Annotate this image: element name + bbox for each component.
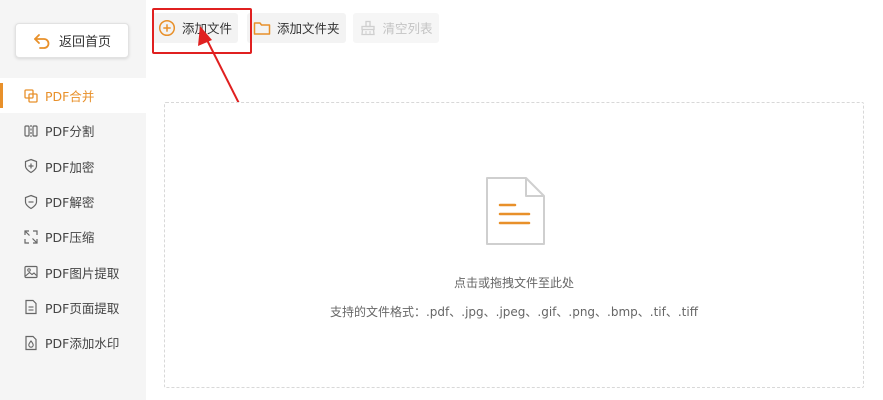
plus-circle-icon [158,19,176,36]
shield-plus-icon [24,159,38,174]
sidebar-item-label: PDF加密 [45,159,95,175]
sidebar-item-pdf-merge[interactable]: PDF合并 [0,78,146,114]
sidebar-item-pdf-image-extract[interactable]: PDF图片提取 [0,254,146,289]
sidebar-item-label: PDF压缩 [45,230,95,246]
sidebar-item-label: PDF页面提取 [45,300,120,316]
toolbar: 添加文件 添加文件夹 清空列表 [152,10,446,45]
sidebar-item-label: PDF合并 [45,89,95,105]
compress-icon [24,230,38,244]
clear-list-label: 清空列表 [382,21,433,36]
sidebar-item-pdf-decrypt[interactable]: PDF解密 [0,184,146,219]
sidebar-item-pdf-encrypt[interactable]: PDF加密 [0,149,146,184]
drop-hint-text: 点击或拖拽文件至此处 [453,276,574,290]
sidebar-item-pdf-split[interactable]: PDF分割 [0,113,146,148]
back-home-label: 返回首页 [58,35,111,50]
sidebar-item-label: PDF图片提取 [45,265,120,281]
shield-minus-icon [24,194,38,209]
broom-icon [360,20,375,35]
page-icon [25,300,37,315]
sidebar-item-label: PDF解密 [45,195,95,211]
supported-formats-text: 支持的文件格式：.pdf、.jpg、.jpeg、.gif、.png、.bmp、.… [329,305,698,319]
back-arrow-icon [34,33,50,49]
sidebar-item-pdf-page-extract[interactable]: PDF页面提取 [0,290,146,325]
folder-icon [253,21,271,35]
sidebar-item-label: PDF添加水印 [45,336,120,352]
watermark-icon [25,335,37,350]
add-file-button[interactable]: 添加文件 [152,12,239,43]
sidebar-nav: PDF合并 PDF分割 PDF加密 PDF解密 PDF压缩 PDF图片提取 PD… [0,78,146,360]
clear-list-button[interactable]: 清空列表 [352,12,439,43]
add-folder-label: 添加文件夹 [277,21,340,36]
merge-icon [24,88,38,103]
add-file-label: 添加文件 [182,21,233,36]
image-icon [24,266,38,279]
sidebar-item-pdf-watermark[interactable]: PDF添加水印 [0,325,146,360]
document-icon [486,177,545,245]
sidebar-item-label: PDF分割 [45,124,95,140]
file-drop-zone[interactable]: 点击或拖拽文件至此处 支持的文件格式：.pdf、.jpg、.jpeg、.gif、… [164,102,864,388]
add-folder-button[interactable]: 添加文件夹 [247,12,346,43]
sidebar: 返回首页 PDF合并 PDF分割 PDF加密 PDF解密 PDF压缩 PDF图片… [0,0,146,400]
back-home-button[interactable]: 返回首页 [15,23,129,58]
sidebar-item-pdf-compress[interactable]: PDF压缩 [0,219,146,254]
split-icon [24,124,38,137]
